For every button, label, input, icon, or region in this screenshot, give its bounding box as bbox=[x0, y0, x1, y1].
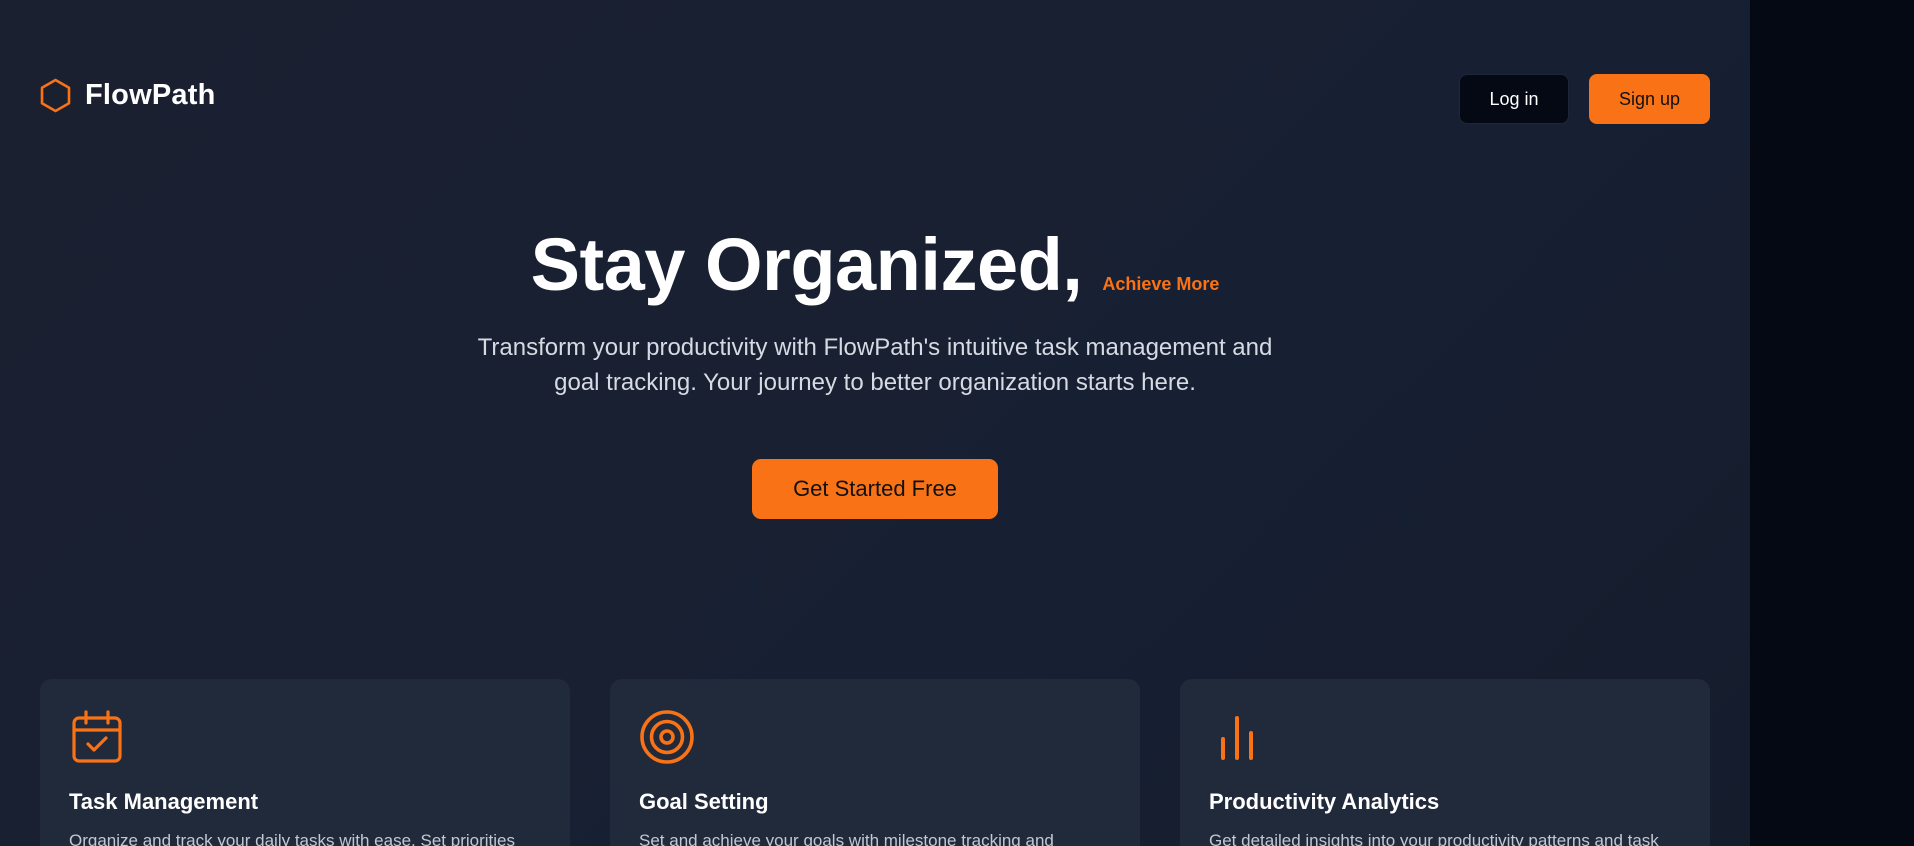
brand-logo[interactable]: FlowPath bbox=[40, 78, 216, 113]
calendar-check-icon bbox=[69, 709, 125, 765]
hero-heading: Stay Organized, Achieve More bbox=[0, 222, 1750, 307]
feature-title: Goal Setting bbox=[639, 789, 769, 814]
landing-page: FlowPath Log in Sign up Stay Organized, A… bbox=[0, 0, 1750, 846]
hero-subtitle: Transform your productivity with FlowPat… bbox=[0, 330, 1750, 400]
auth-buttons: Log in Sign up bbox=[1459, 74, 1710, 124]
feature-title: Productivity Analytics bbox=[1209, 789, 1440, 814]
hero-subtitle-line: Transform your productivity with FlowPat… bbox=[477, 334, 1273, 361]
target-icon bbox=[639, 709, 695, 765]
bar-chart-icon bbox=[1209, 709, 1265, 765]
feature-card-goal-setting: Goal Setting Set and achieve your goals … bbox=[610, 679, 1140, 846]
get-started-button[interactable]: Get Started Free bbox=[752, 459, 998, 519]
login-button[interactable]: Log in bbox=[1459, 74, 1569, 124]
feature-card-task-management: Task Management Organize and track your … bbox=[40, 679, 570, 846]
hexagon-icon bbox=[40, 78, 71, 113]
signup-button[interactable]: Sign up bbox=[1589, 74, 1710, 124]
hero-title: Stay Organized, bbox=[530, 223, 1083, 306]
hero-accent-text: Achieve More bbox=[1102, 274, 1220, 294]
feature-description: Get detailed insights into your producti… bbox=[1209, 831, 1659, 846]
site-header: FlowPath Log in Sign up bbox=[40, 72, 1710, 124]
feature-card-productivity-analytics: Productivity Analytics Get detailed insi… bbox=[1180, 679, 1710, 846]
feature-description: Set and achieve your goals with mileston… bbox=[639, 831, 1054, 846]
feature-title: Task Management bbox=[69, 789, 259, 814]
viewport-background bbox=[1750, 0, 1914, 846]
brand-name: FlowPath bbox=[85, 79, 216, 111]
hero-subtitle-line: goal tracking. Your journey to better or… bbox=[554, 369, 1196, 396]
feature-description: Organize and track your daily tasks with… bbox=[69, 831, 515, 846]
